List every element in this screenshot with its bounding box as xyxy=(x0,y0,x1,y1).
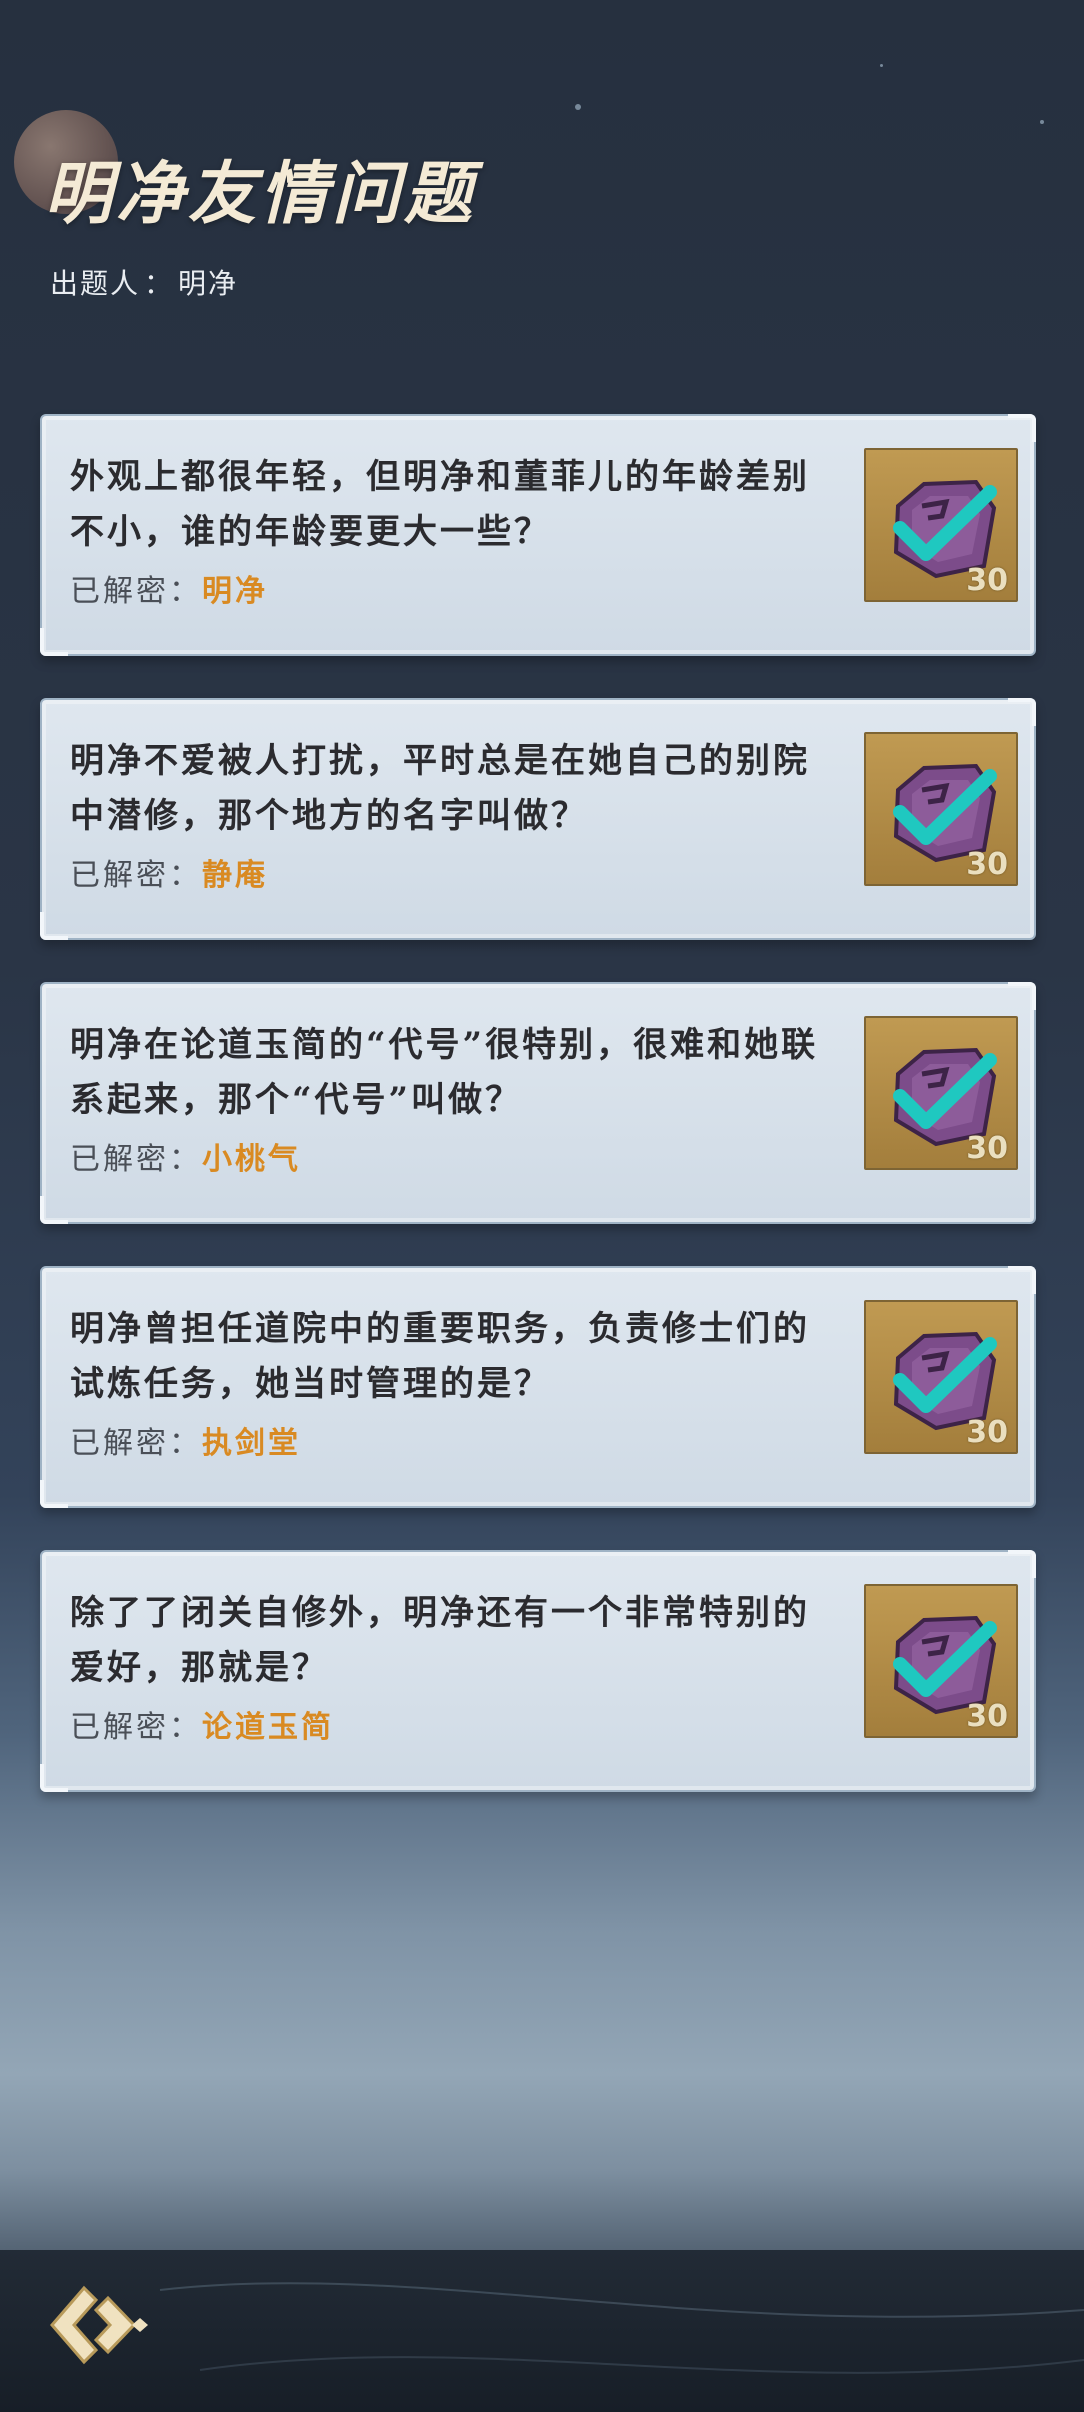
reward-badge: 30 xyxy=(864,1016,1018,1170)
author-label: 出题人 xyxy=(50,267,141,300)
back-button[interactable] xyxy=(44,2270,154,2380)
reward-badge: 30 xyxy=(864,732,1018,886)
answer-label: 已解密： xyxy=(70,574,202,609)
page-title: 明净友情问题 xyxy=(44,154,477,234)
answer-line: 已解密：小桃气 xyxy=(70,1134,301,1178)
question-card[interactable]: 除了了闭关自修外，明净还有一个非常特别的爱好，那就是？ 已解密：论道玉简 30 xyxy=(40,1550,1036,1792)
question-text: 明净在论道玉简的“代号”很特别，很难和她联系起来，那个“代号”叫做？ xyxy=(70,1025,819,1120)
reward-points: 30 xyxy=(966,1415,1008,1450)
author-separator: ： xyxy=(144,267,175,300)
reward-points: 30 xyxy=(966,847,1008,882)
answer-label: 已解密： xyxy=(70,858,202,893)
reward-badge: 30 xyxy=(864,448,1018,602)
answer-label: 已解密： xyxy=(70,1142,202,1177)
back-arrow-icon xyxy=(50,2285,148,2365)
answer-line: 已解密：静庵 xyxy=(70,850,268,894)
reward-points: 30 xyxy=(966,563,1008,598)
answer-value: 执剑堂 xyxy=(202,1426,301,1461)
question-card[interactable]: 明净不爱被人打扰，平时总是在她自己的别院中潜修，那个地方的名字叫做？ 已解密：静… xyxy=(40,698,1036,940)
star xyxy=(880,64,883,67)
question-card[interactable]: 外观上都很年轻，但明净和董菲儿的年龄差别不小，谁的年龄要更大一些？ 已解密：明净… xyxy=(40,414,1036,656)
question-card[interactable]: 明净曾担任道院中的重要职务，负责修士们的试炼任务，她当时管理的是？ 已解密：执剑… xyxy=(40,1266,1036,1508)
reward-points: 30 xyxy=(966,1131,1008,1166)
author-line: 出题人：明净 xyxy=(50,262,238,302)
reward-badge: 30 xyxy=(864,1300,1018,1454)
star xyxy=(1040,120,1044,124)
question-text: 外观上都很年轻，但明净和董菲儿的年龄差别不小，谁的年龄要更大一些？ xyxy=(70,457,810,552)
answer-label: 已解密： xyxy=(70,1710,202,1745)
answer-value: 小桃气 xyxy=(202,1142,301,1177)
answer-line: 已解密：论道玉简 xyxy=(70,1702,334,1746)
answer-line: 已解密：明净 xyxy=(70,566,268,610)
answer-value: 明净 xyxy=(202,574,268,609)
reward-badge: 30 xyxy=(864,1584,1018,1738)
answer-label: 已解密： xyxy=(70,1426,202,1461)
footer-decoration xyxy=(159,2282,1084,2374)
question-card[interactable]: 明净在论道玉简的“代号”很特别，很难和她联系起来，那个“代号”叫做？ 已解密：小… xyxy=(40,982,1036,1224)
answer-line: 已解密：执剑堂 xyxy=(70,1418,301,1462)
answer-value: 论道玉简 xyxy=(202,1710,334,1745)
question-text: 明净曾担任道院中的重要职务，负责修士们的试炼任务，她当时管理的是？ xyxy=(70,1309,810,1404)
question-text: 明净不爱被人打扰，平时总是在她自己的别院中潜修，那个地方的名字叫做？ xyxy=(70,741,810,836)
question-text: 除了了闭关自修外，明净还有一个非常特别的爱好，那就是？ xyxy=(70,1593,810,1688)
reward-points: 30 xyxy=(966,1699,1008,1734)
author-name: 明净 xyxy=(178,267,239,300)
star xyxy=(575,104,581,110)
footer-bar xyxy=(0,2250,1084,2412)
answer-value: 静庵 xyxy=(202,858,268,893)
